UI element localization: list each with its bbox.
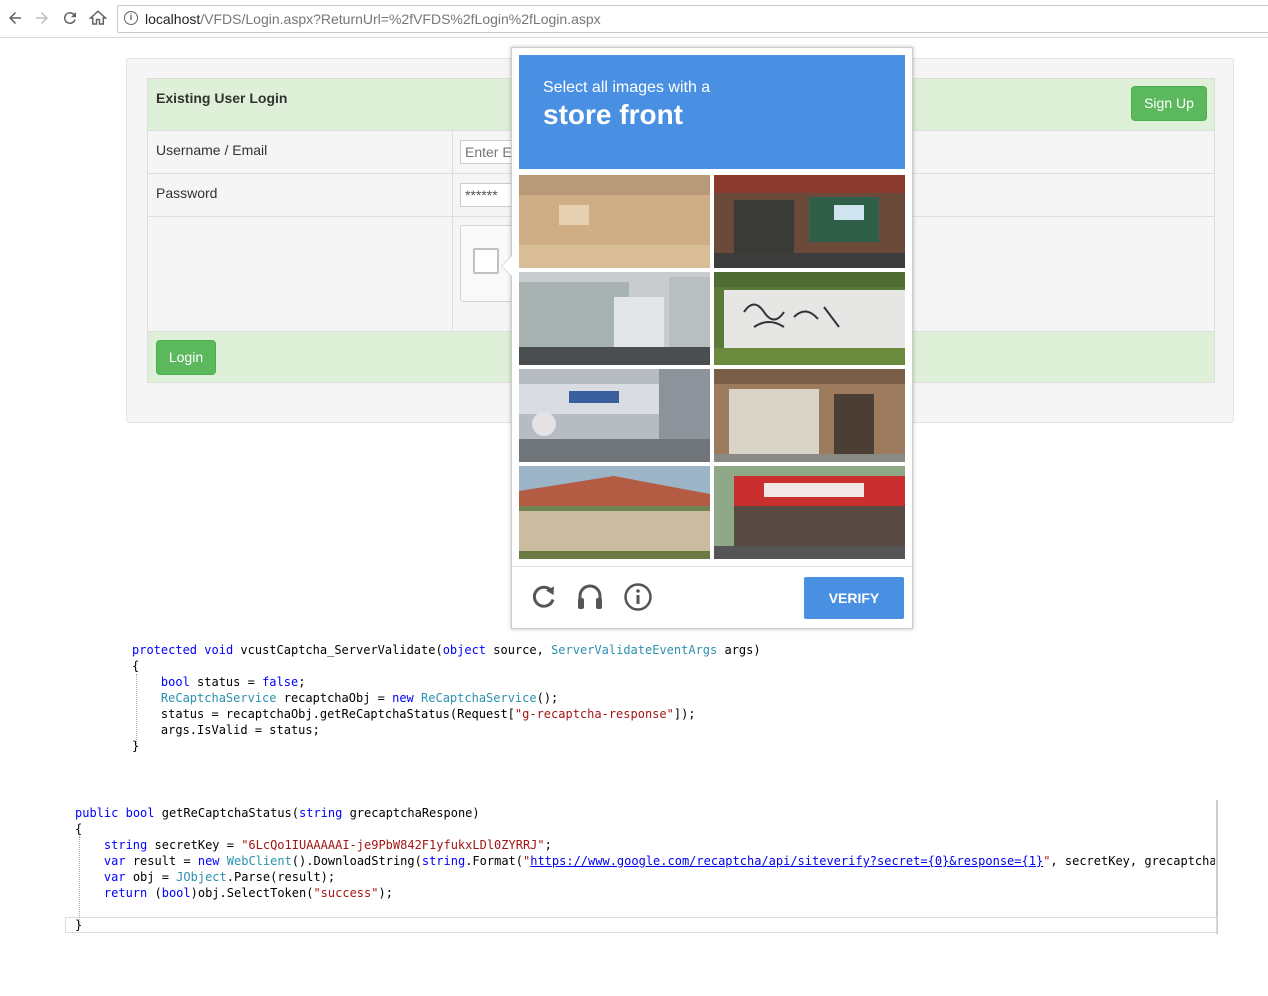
captcha-tile-shop-entrance[interactable] <box>714 175 905 268</box>
captcha-prompt: Select all images with a store front <box>519 55 905 169</box>
code-line: args.IsValid = status; <box>132 723 320 737</box>
code-line: { <box>132 659 140 673</box>
reload-icon[interactable] <box>59 7 81 29</box>
code-snippet-validate: protected void vcustCaptcha_ServerValida… <box>132 642 761 754</box>
login-button[interactable]: Login <box>156 340 216 375</box>
info-icon[interactable]: i <box>124 11 138 25</box>
forward-icon[interactable] <box>31 7 53 29</box>
address-bar[interactable]: i localhost/VFDS/Login.aspx?ReturnUrl=%2… <box>117 5 1268 33</box>
recaptcha-checkbox[interactable] <box>473 248 499 274</box>
captcha-image-grid <box>519 175 905 560</box>
code-line: protected void vcustCaptcha_ServerValida… <box>132 643 761 657</box>
signup-button[interactable]: Sign Up <box>1131 86 1207 121</box>
code-line: public bool getReCaptchaStatus(string gr… <box>75 806 480 820</box>
code-line: ReCaptchaService recaptchaObj = new ReCa… <box>160 691 559 705</box>
browser-toolbar: i localhost/VFDS/Login.aspx?ReturnUrl=%2… <box>0 0 1268 38</box>
back-icon[interactable] <box>4 7 26 29</box>
captcha-tile-office-building[interactable] <box>519 272 710 365</box>
captcha-tile-wall-closeup[interactable] <box>519 175 710 268</box>
code-line: return (bool)obj.SelectToken("success"); <box>103 886 393 900</box>
captcha-tile-house-fence[interactable] <box>519 466 710 559</box>
login-title: Existing User Login <box>156 90 288 106</box>
code-line: string secretKey = "6LcQo1IUAAAAAI-je9Pb… <box>103 838 552 852</box>
popup-pointer <box>501 255 512 277</box>
info-help-icon[interactable] <box>623 582 653 612</box>
code-line: bool status = false; <box>160 675 306 689</box>
captcha-tile-store-sign[interactable] <box>519 369 710 462</box>
username-label: Username / Email <box>156 142 268 158</box>
code-line: } <box>75 918 83 932</box>
code-snippet-getstatus: public bool getReCaptchaStatus(string gr… <box>75 805 1215 933</box>
verify-button[interactable]: VERIFY <box>804 577 904 619</box>
password-label: Password <box>156 185 218 201</box>
code-line: var result = new WebClient().DownloadStr… <box>103 854 1215 868</box>
prompt-target: store front <box>543 99 683 130</box>
code-line: status = recaptchaObj.getReCaptchaStatus… <box>132 707 696 721</box>
code-line: var obj = JObject.Parse(result); <box>103 870 336 884</box>
captcha-challenge-popup: Select all images with a store front VER… <box>501 47 913 629</box>
captcha-tile-graffiti-wall[interactable] <box>714 272 905 365</box>
prompt-instruction: Select all images with a <box>543 79 711 96</box>
code-line: } <box>132 739 140 753</box>
editor-scroll-edge <box>1216 800 1218 934</box>
reload-challenge-icon[interactable] <box>529 582 559 612</box>
url-text[interactable]: localhost/VFDS/Login.aspx?ReturnUrl=%2fV… <box>145 11 601 27</box>
captcha-tile-garage-door[interactable] <box>714 369 905 462</box>
code-line: { <box>75 822 83 836</box>
audio-challenge-icon[interactable] <box>575 582 605 612</box>
home-icon[interactable] <box>87 7 109 29</box>
captcha-footer: VERIFY <box>512 566 912 629</box>
captcha-tile-tire-store[interactable] <box>714 466 905 559</box>
